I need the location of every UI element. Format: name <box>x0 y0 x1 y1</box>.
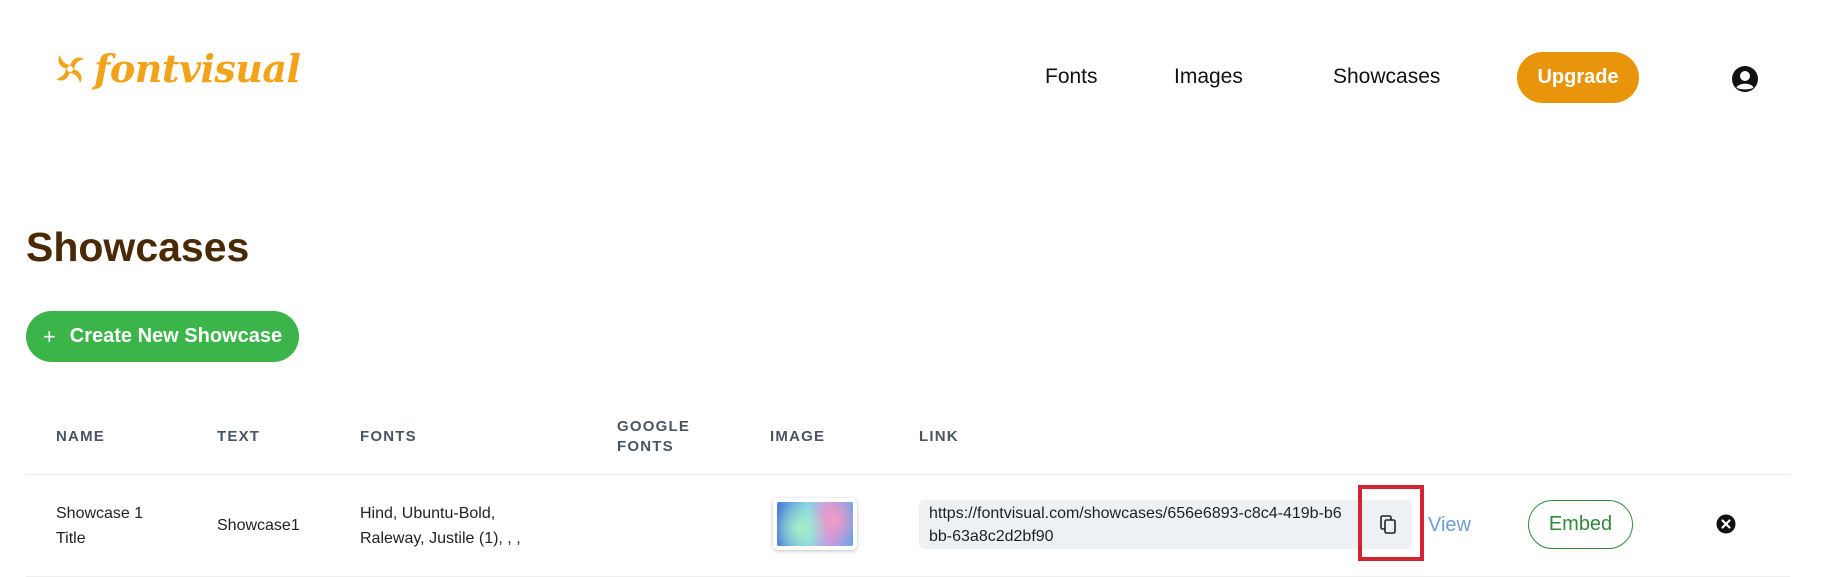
header-fonts: FONTS <box>360 428 417 445</box>
brand-logo[interactable]: fontvisual <box>52 46 301 91</box>
row-name: Showcase 1 Title <box>56 501 143 551</box>
create-new-showcase-button[interactable]: + Create New Showcase <box>26 311 299 362</box>
embed-button[interactable]: Embed <box>1528 500 1633 549</box>
view-link[interactable]: View <box>1428 514 1471 537</box>
row-divider <box>26 474 1790 475</box>
header-link: LINK <box>919 428 959 445</box>
header-image: IMAGE <box>770 428 826 445</box>
brand-name: fontvisual <box>94 46 301 91</box>
row-fonts-line1: Hind, Ubuntu-Bold, <box>360 505 496 522</box>
create-button-label: Create New Showcase <box>69 325 283 347</box>
page: fontvisual Fonts Images Showcases Upgrad… <box>0 0 1825 577</box>
showcase-thumbnail <box>773 498 857 550</box>
thumbnail-image <box>777 502 853 546</box>
row-text: Showcase1 <box>217 517 300 534</box>
header-google-fonts: GOOGLE FONTS <box>617 417 690 457</box>
header-text: TEXT <box>217 428 261 445</box>
copy-link-button[interactable] <box>1366 500 1412 549</box>
header-google-fonts-line1: GOOGLE <box>617 418 691 435</box>
row-fonts: Hind, Ubuntu-Bold, Raleway, Justile (1),… <box>360 501 521 551</box>
nav-fonts[interactable]: Fonts <box>1045 65 1098 89</box>
row-fonts-line2: Raleway, Justile (1), , , <box>360 530 521 547</box>
pinwheel-logo-icon <box>56 55 84 83</box>
plus-icon: + <box>42 323 56 349</box>
copy-icon <box>1380 514 1396 534</box>
row-name-line2: Title <box>56 530 86 547</box>
row-name-line1: Showcase 1 <box>56 505 144 522</box>
nav-images[interactable]: Images <box>1174 65 1243 89</box>
page-title: Showcases <box>26 224 250 270</box>
header-google-fonts-line2: FONTS <box>617 438 674 455</box>
header-name: NAME <box>56 428 105 445</box>
user-circle-icon[interactable] <box>1731 65 1759 93</box>
nav-showcases[interactable]: Showcases <box>1333 65 1440 89</box>
upgrade-button[interactable]: Upgrade <box>1517 52 1639 103</box>
showcase-link-field[interactable]: https://fontvisual.com/showcases/656e689… <box>919 500 1412 549</box>
showcase-link-text: https://fontvisual.com/showcases/656e689… <box>929 505 1342 545</box>
delete-close-icon[interactable] <box>1716 514 1736 534</box>
